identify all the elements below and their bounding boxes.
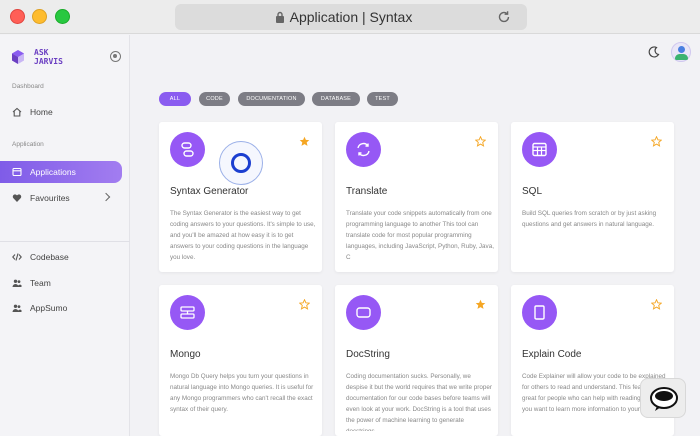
card-title: SQL bbox=[522, 186, 543, 197]
card-description: Mongo Db Query helps you turn your quest… bbox=[170, 373, 314, 413]
dark-mode-toggle-icon[interactable] bbox=[648, 46, 660, 58]
chevron-right-icon[interactable] bbox=[101, 192, 111, 202]
home-icon bbox=[12, 107, 22, 117]
card-description: Translate your code snippets automatical… bbox=[346, 210, 494, 261]
reload-icon[interactable] bbox=[497, 10, 511, 24]
favourite-star-icon[interactable] bbox=[299, 299, 310, 310]
card-title: Syntax Generator bbox=[170, 186, 249, 197]
filter-chip-all[interactable]: ALL bbox=[159, 92, 191, 106]
sidebar-item-appsumo[interactable]: AppSumo bbox=[0, 297, 122, 319]
card-title: Mongo bbox=[170, 349, 201, 360]
mongo-icon bbox=[170, 295, 205, 330]
chat-widget-button[interactable] bbox=[640, 378, 686, 418]
logo-cube-icon bbox=[12, 50, 24, 64]
sidebar-item-applications[interactable]: Applications bbox=[0, 161, 122, 183]
app-logo[interactable]: ASK JARVIS bbox=[10, 48, 63, 66]
sidebar-toggle-button[interactable] bbox=[110, 51, 121, 62]
filter-chip-test[interactable]: TEST bbox=[367, 92, 398, 106]
minimize-window-button[interactable] bbox=[32, 9, 47, 24]
sidebar-item-label: Team bbox=[30, 278, 51, 288]
card-title: Explain Code bbox=[522, 349, 582, 360]
app-card-mongo[interactable]: Mongo Mongo Db Query helps you turn your… bbox=[159, 285, 322, 436]
favourite-star-icon[interactable] bbox=[651, 136, 662, 147]
card-description: Build SQL queries from scratch or by jus… bbox=[522, 210, 657, 228]
sidebar-item-label: AppSumo bbox=[30, 303, 68, 313]
card-title: Translate bbox=[346, 186, 388, 197]
section-label-application: Application bbox=[12, 141, 44, 148]
sql-icon bbox=[522, 132, 557, 167]
explain-code-icon bbox=[522, 295, 557, 330]
filter-chip-documentation[interactable]: DOCUMENTATION bbox=[238, 92, 305, 106]
filter-chip-database[interactable]: DATABASE bbox=[312, 92, 360, 106]
sidebar: ASK JARVIS Dashboard Home Application Ap… bbox=[0, 35, 130, 436]
app-card-sql[interactable]: SQL Build SQL queries from scratch or by… bbox=[511, 122, 674, 272]
heart-icon bbox=[12, 194, 22, 202]
favourite-star-icon[interactable] bbox=[475, 136, 486, 147]
favourite-star-icon[interactable] bbox=[651, 299, 662, 310]
logo-text: ASK JARVIS bbox=[34, 48, 63, 66]
app-card-docstring[interactable]: DocString Coding documentation sucks. Pe… bbox=[335, 285, 498, 436]
card-description: The Syntax Generator is the easiest way … bbox=[170, 210, 316, 261]
sidebar-item-label: Applications bbox=[30, 167, 76, 177]
address-bar-text: Application | Syntax bbox=[289, 9, 413, 25]
card-title: DocString bbox=[346, 349, 390, 360]
lock-icon bbox=[276, 11, 284, 23]
maximize-window-button[interactable] bbox=[55, 9, 70, 24]
docstring-icon bbox=[346, 295, 381, 330]
address-bar[interactable]: Application | Syntax bbox=[175, 4, 527, 30]
window-titlebar: Application | Syntax bbox=[0, 0, 700, 34]
sidebar-item-team[interactable]: Team bbox=[0, 272, 122, 294]
sidebar-item-label: Favourites bbox=[30, 193, 70, 203]
sidebar-item-home[interactable]: Home bbox=[0, 101, 122, 123]
translate-icon bbox=[346, 132, 381, 167]
favourite-star-icon[interactable] bbox=[475, 299, 486, 310]
chat-bubble-icon bbox=[650, 387, 678, 411]
filter-chip-code[interactable]: CODE bbox=[199, 92, 230, 106]
sidebar-item-label: Codebase bbox=[30, 252, 69, 262]
cursor-click-indicator bbox=[219, 141, 263, 185]
window-icon bbox=[12, 167, 22, 177]
sidebar-item-label: Home bbox=[30, 107, 53, 117]
card-description: Coding documentation sucks. Personally, … bbox=[346, 373, 492, 431]
sidebar-item-codebase[interactable]: Codebase bbox=[0, 246, 122, 268]
syntax-generator-icon bbox=[170, 132, 205, 167]
app-card-translate[interactable]: Translate Translate your code snippets a… bbox=[335, 122, 498, 272]
sidebar-divider bbox=[0, 241, 130, 242]
team-icon bbox=[12, 304, 22, 312]
favourite-star-icon[interactable] bbox=[299, 136, 310, 147]
code-icon bbox=[12, 253, 22, 261]
team-icon bbox=[12, 279, 22, 287]
user-avatar[interactable] bbox=[671, 42, 691, 62]
close-window-button[interactable] bbox=[10, 9, 25, 24]
section-label-dashboard: Dashboard bbox=[12, 83, 44, 90]
sidebar-item-favourites[interactable]: Favourites bbox=[0, 187, 122, 209]
